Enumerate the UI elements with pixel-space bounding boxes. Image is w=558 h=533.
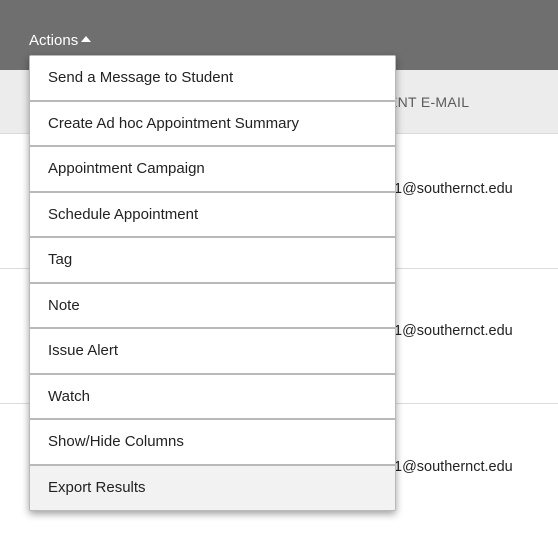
menu-item-export-results[interactable]: Export Results	[30, 465, 395, 510]
column-header-student-email[interactable]: ENT E-MAIL	[388, 94, 469, 110]
menu-item-schedule-appointment[interactable]: Schedule Appointment	[30, 192, 395, 238]
table-cell-email: 1@southernct.edu	[394, 323, 513, 339]
menu-item-appointment-campaign[interactable]: Appointment Campaign	[30, 147, 395, 193]
table-cell-email: 1@southernct.edu	[394, 181, 513, 197]
actions-label: Actions	[29, 32, 79, 49]
page: Actions ENT E-MAIL 1@southernct.edu 1@so…	[0, 0, 558, 533]
menu-item-show-hide-columns[interactable]: Show/Hide Columns	[30, 420, 395, 466]
menu-item-issue-alert[interactable]: Issue Alert	[30, 329, 395, 375]
menu-item-tag[interactable]: Tag	[30, 238, 395, 284]
menu-item-note[interactable]: Note	[30, 283, 395, 329]
menu-item-create-adhoc-summary[interactable]: Create Ad hoc Appointment Summary	[30, 101, 395, 147]
actions-button[interactable]: Actions	[29, 32, 92, 50]
menu-item-watch[interactable]: Watch	[30, 374, 395, 420]
actions-dropdown-menu: Send a Message to Student Create Ad hoc …	[29, 55, 396, 511]
table-cell-email: 1@southernct.edu	[394, 459, 513, 475]
caret-up-icon	[81, 36, 92, 42]
menu-item-send-message[interactable]: Send a Message to Student	[30, 56, 395, 102]
